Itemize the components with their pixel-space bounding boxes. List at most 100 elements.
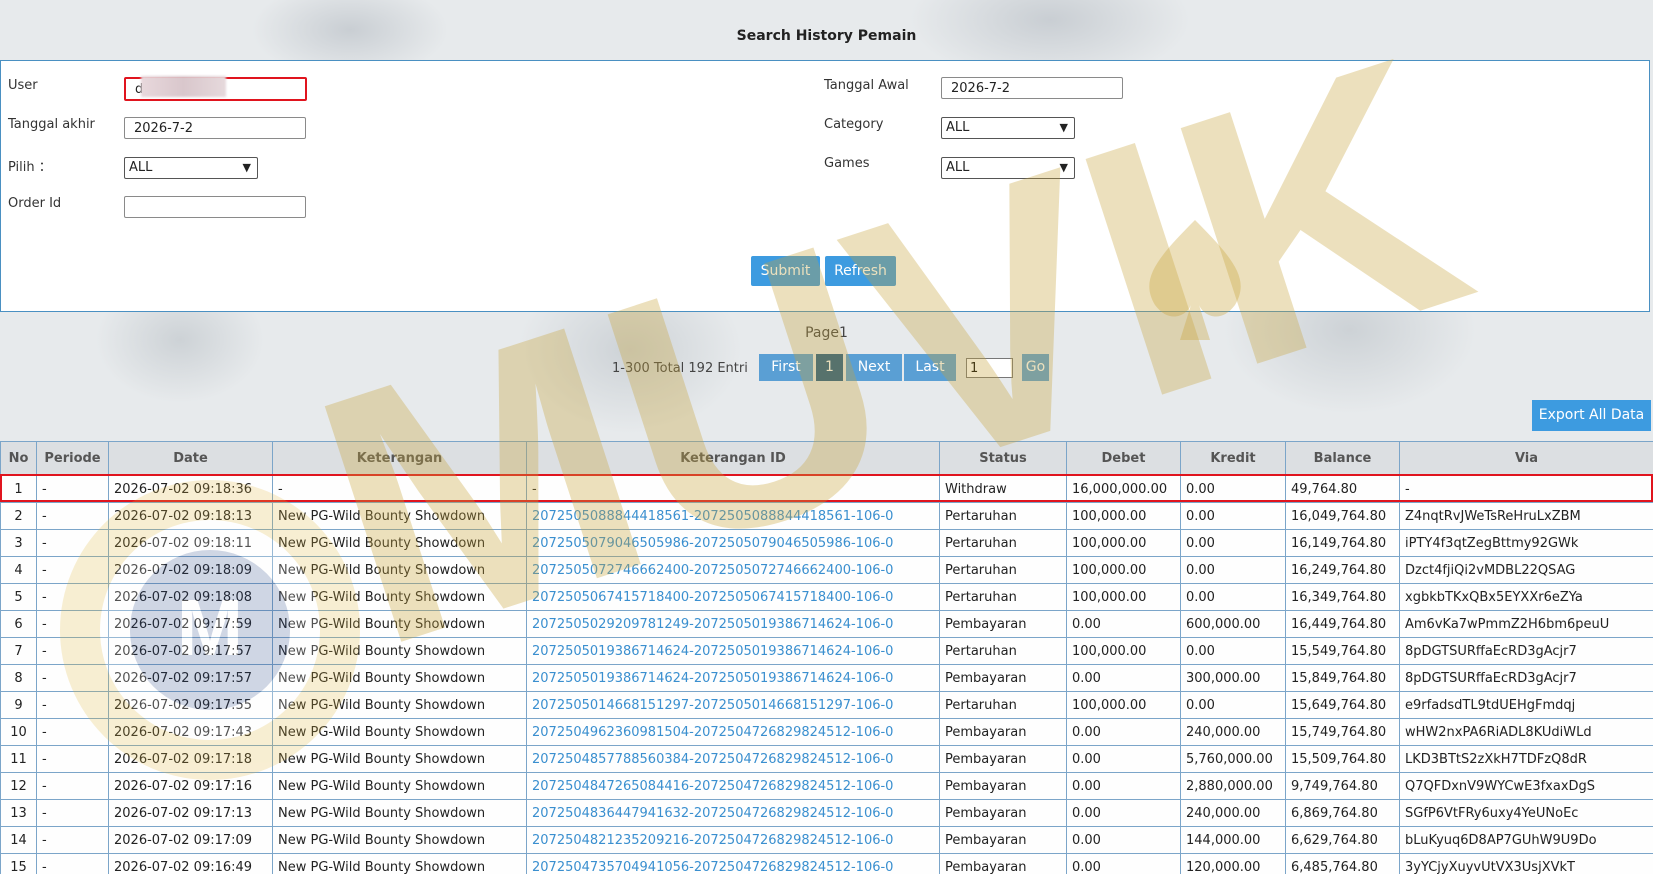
cell-date: 2026-07-02 09:17:57 [108, 664, 273, 692]
cell-keterangan-id[interactable]: 2072505014668151297-2072505014668151297-… [526, 691, 940, 719]
cell-keterangan-id[interactable]: 2072505029209781249-2072505019386714624-… [526, 610, 940, 638]
cell-balance: 16,349,764.80 [1285, 583, 1400, 611]
category-select[interactable]: ALL ▼ [941, 117, 1075, 139]
cell-balance: 15,749,764.80 [1285, 718, 1400, 746]
cell-status: Pembayaran [939, 772, 1067, 800]
refresh-button[interactable]: Refresh [825, 256, 896, 286]
submit-button[interactable]: Submit [751, 256, 820, 286]
goto-page-input[interactable] [966, 358, 1013, 378]
cell-kredit: 2,880,000.00 [1180, 772, 1286, 800]
pilih-select[interactable]: ALL ▼ [124, 157, 258, 179]
cell-balance: 16,149,764.80 [1285, 529, 1400, 557]
cell-via: xgbkbTKxQBx5EYXXr6eZYa [1399, 583, 1653, 611]
cell-kredit: 300,000.00 [1180, 664, 1286, 692]
go-button[interactable]: Go [1022, 354, 1049, 381]
cell-debet: 0.00 [1066, 772, 1181, 800]
cell-keterangan-id[interactable]: 2072505072746662400-2072505072746662400-… [526, 556, 940, 584]
cell-kredit: 240,000.00 [1180, 718, 1286, 746]
cell-via: - [1399, 475, 1653, 503]
cell-keterangan: New PG-Wild Bounty Showdown [272, 529, 527, 557]
column-header-via: Via [1399, 441, 1653, 476]
cell-kredit: 0.00 [1180, 529, 1286, 557]
cell-keterangan-id[interactable]: 2072505088844418561-2072505088844418561-… [526, 502, 940, 530]
category-label: Category [824, 117, 884, 132]
cell-kredit: 600,000.00 [1180, 610, 1286, 638]
cell-keterangan-id[interactable]: 2072504735704941056-2072504726829824512-… [526, 853, 940, 874]
cell-keterangan-id[interactable]: 2072504836447941632-2072504726829824512-… [526, 799, 940, 827]
cell-periode: - [36, 799, 109, 827]
cell-balance: 15,509,764.80 [1285, 745, 1400, 773]
column-header-keterangan: Keterangan [272, 441, 527, 476]
cell-keterangan: New PG-Wild Bounty Showdown [272, 799, 527, 827]
cell-kredit: 120,000.00 [1180, 853, 1286, 874]
cell-status: Pembayaran [939, 610, 1067, 638]
cell-periode: - [36, 637, 109, 665]
cell-date: 2026-07-02 09:18:09 [108, 556, 273, 584]
column-header-date: Date [108, 441, 273, 476]
cell-no: 9 [0, 691, 37, 719]
cell-no: 10 [0, 718, 37, 746]
cell-keterangan-id[interactable]: 2072504821235209216-2072504726829824512-… [526, 826, 940, 854]
cell-kredit: 0.00 [1180, 583, 1286, 611]
cell-keterangan: New PG-Wild Bounty Showdown [272, 853, 527, 874]
cell-keterangan-id[interactable]: 2072505019386714624-2072505019386714624-… [526, 637, 940, 665]
last-page-button[interactable]: Last [904, 354, 956, 381]
cell-via: SGfP6VtFRy6uxy4YeUNoEc [1399, 799, 1653, 827]
cell-keterangan-id[interactable]: 2072504847265084416-2072504726829824512-… [526, 772, 940, 800]
column-header-debet: Debet [1066, 441, 1181, 476]
next-page-button[interactable]: Next [846, 354, 902, 381]
table-row: 12-2026-07-02 09:17:16 New PG-Wild Bounty… [0, 772, 1653, 800]
cell-kredit: 0.00 [1180, 475, 1286, 503]
cell-keterangan: New PG-Wild Bounty Showdown [272, 502, 527, 530]
tanggal-awal-input[interactable] [941, 77, 1123, 99]
cell-keterangan: - [272, 475, 527, 503]
cell-keterangan-id[interactable]: 2072505079046505986-2072505079046505986-… [526, 529, 940, 557]
cell-periode: - [36, 475, 109, 503]
cell-date: 2026-07-02 09:18:08 [108, 583, 273, 611]
order-id-label: Order Id [8, 196, 62, 211]
cell-keterangan-id[interactable]: 2072505019386714624-2072505019386714624-… [526, 664, 940, 692]
cell-keterangan-id[interactable]: 2072504962360981504-2072504726829824512-… [526, 718, 940, 746]
cell-keterangan: New PG-Wild Bounty Showdown [272, 691, 527, 719]
tanggal-awal-label: Tanggal Awal [824, 78, 909, 93]
cell-date: 2026-07-02 09:18:13 [108, 502, 273, 530]
cell-debet: 0.00 [1066, 853, 1181, 874]
chevron-down-icon: ▼ [1059, 161, 1068, 174]
table-row: 8-2026-07-02 09:17:57 New PG-Wild Bounty … [0, 664, 1653, 692]
cell-date: 2026-07-02 09:17:18 [108, 745, 273, 773]
cell-periode: - [36, 610, 109, 638]
cell-periode: - [36, 718, 109, 746]
cell-date: 2026-07-02 09:17:09 [108, 826, 273, 854]
cell-keterangan-id[interactable]: 2072505067415718400-2072505067415718400-… [526, 583, 940, 611]
column-header-balance: Balance [1285, 441, 1400, 476]
tanggal-akhir-input[interactable] [124, 117, 306, 139]
page-title: Search History Pemain [736, 28, 917, 44]
cell-balance: 6,485,764.80 [1285, 853, 1400, 874]
cell-date: 2026-07-02 09:18:36 [108, 475, 273, 503]
cell-keterangan: New PG-Wild Bounty Showdown [272, 745, 527, 773]
cell-status: Pertaruhan [939, 637, 1067, 665]
page-1-button[interactable]: 1 [816, 354, 843, 381]
games-label: Games [824, 156, 870, 171]
export-all-data-button[interactable]: Export All Data [1532, 400, 1651, 431]
cell-via: Z4nqtRvJWeTsReHruLxZBM [1399, 502, 1653, 530]
table-row: 10-2026-07-02 09:17:43 New PG-Wild Bounty… [0, 718, 1653, 746]
cell-no: 14 [0, 826, 37, 854]
cell-no: 4 [0, 556, 37, 584]
cell-date: 2026-07-02 09:17:13 [108, 799, 273, 827]
table-body: 1-2026-07-02 09:18:36- - Withdraw 16,000,00… [0, 475, 1653, 874]
order-id-input[interactable] [124, 196, 306, 218]
cell-balance: 49,764.80 [1285, 475, 1400, 503]
cell-date: 2026-07-02 09:17:59 [108, 610, 273, 638]
pilih-label: Pilih ： [8, 160, 52, 175]
cell-periode: - [36, 664, 109, 692]
cell-status: Pertaruhan [939, 529, 1067, 557]
cell-status: Pembayaran [939, 664, 1067, 692]
first-page-button[interactable]: First [759, 354, 813, 381]
cell-keterangan: New PG-Wild Bounty Showdown [272, 610, 527, 638]
cell-periode: - [36, 853, 109, 874]
cell-keterangan-id[interactable]: 2072504857788560384-2072504726829824512-… [526, 745, 940, 773]
games-select[interactable]: ALL ▼ [941, 157, 1075, 179]
cell-debet: 0.00 [1066, 745, 1181, 773]
cell-debet: 0.00 [1066, 610, 1181, 638]
